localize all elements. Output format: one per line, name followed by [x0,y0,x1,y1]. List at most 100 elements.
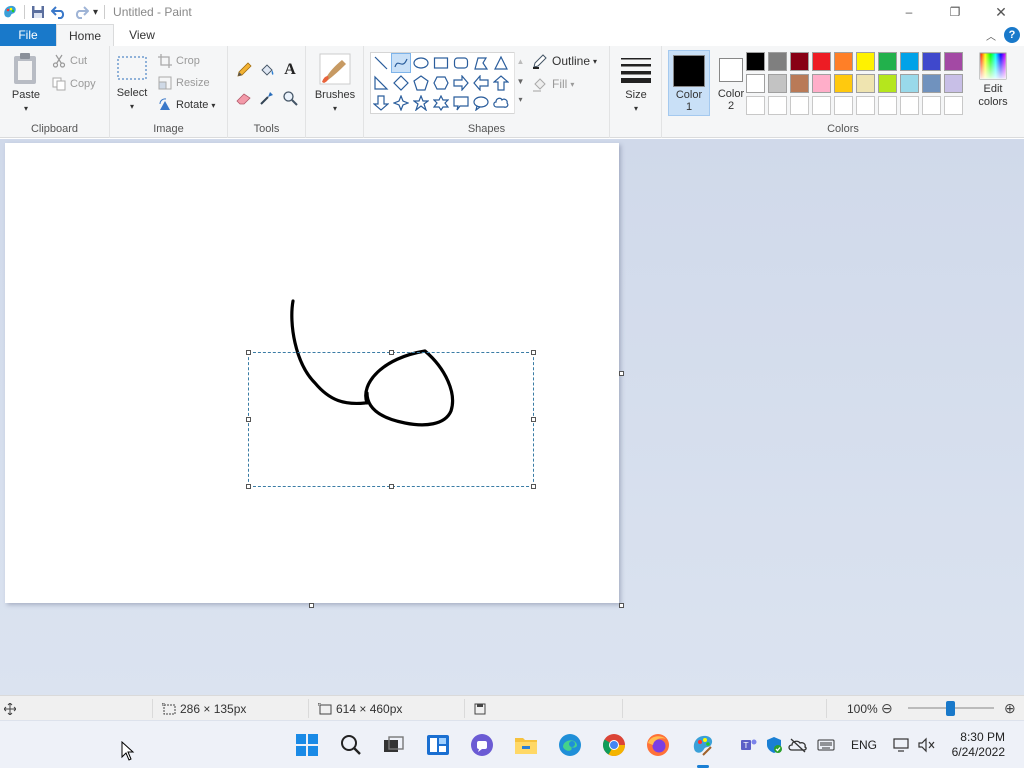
selection-handle[interactable] [531,417,536,422]
palette-color-swatch[interactable] [834,74,853,93]
selection-handle[interactable] [246,484,251,489]
six-point-star-shape-icon[interactable] [431,93,451,113]
fill-button[interactable]: Fill ▾ [532,75,574,93]
palette-color-swatch[interactable] [812,96,831,115]
canvas-resize-handle-bottom[interactable] [309,603,314,608]
diamond-shape-icon[interactable] [391,73,411,93]
palette-color-swatch[interactable] [856,96,875,115]
palette-color-swatch[interactable] [922,74,941,93]
resize-button[interactable]: Resize [158,74,210,92]
palette-color-swatch[interactable] [900,96,919,115]
curve-shape-icon[interactable] [391,53,411,73]
redo-icon[interactable] [73,5,89,19]
onedrive-offline-icon[interactable] [788,733,808,757]
rotate-button[interactable]: Rotate ▾ [158,96,215,114]
paint-taskbar-icon[interactable] [691,733,715,757]
save-icon[interactable] [31,5,45,19]
canvas-resize-handle-right[interactable] [619,371,624,376]
zoom-in-button[interactable]: ⊕ [1004,696,1016,721]
search-icon[interactable] [339,733,363,757]
up-arrow-shape-icon[interactable] [491,73,511,93]
canvas-resize-handle-corner[interactable] [619,603,624,608]
four-point-star-shape-icon[interactable] [391,93,411,113]
palette-color-swatch[interactable] [812,74,831,93]
palette-color-swatch[interactable] [790,74,809,93]
help-button[interactable]: ? [1004,27,1020,43]
palette-color-swatch[interactable] [768,96,787,115]
task-view-icon[interactable] [382,733,406,757]
cloud-callout-shape-icon[interactable] [491,93,511,113]
eraser-icon[interactable] [234,88,254,108]
palette-color-swatch[interactable] [856,52,875,71]
outline-button[interactable]: Outline ▾ [532,52,597,70]
pentagon-shape-icon[interactable] [411,73,431,93]
network-display-icon[interactable] [892,733,912,757]
hexagon-shape-icon[interactable] [431,73,451,93]
pencil-icon[interactable] [234,60,254,80]
undo-icon[interactable] [51,5,67,19]
collapse-ribbon-icon[interactable]: ︿ [986,28,996,43]
edit-colors-button[interactable]: Edit colors [972,52,1014,109]
selection-handle[interactable] [389,350,394,355]
rounded-rectangle-shape-icon[interactable] [451,53,471,73]
scroll-up-icon[interactable]: ▲ [515,52,526,72]
selection-handle[interactable] [389,484,394,489]
close-button[interactable]: ✕ [978,0,1024,24]
palette-color-swatch[interactable] [834,96,853,115]
palette-color-swatch[interactable] [746,52,765,71]
selection-handle[interactable] [246,417,251,422]
input-language-indicator[interactable]: ENG [851,721,877,768]
palette-color-swatch[interactable] [878,96,897,115]
palette-color-swatch[interactable] [922,96,941,115]
selection-handle[interactable] [531,350,536,355]
zoom-slider-thumb[interactable] [946,701,955,716]
oval-shape-icon[interactable] [411,53,431,73]
tab-home[interactable]: Home [56,24,114,47]
line-shape-icon[interactable] [371,53,391,73]
zoom-out-button[interactable]: ⊖ [881,696,893,721]
palette-color-swatch[interactable] [878,74,897,93]
palette-color-swatch[interactable] [834,52,853,71]
text-tool-icon[interactable]: A [280,60,300,80]
security-shield-icon[interactable] [764,733,784,757]
fill-bucket-icon[interactable] [257,60,277,80]
restore-button[interactable]: ❐ [932,0,978,24]
palette-color-swatch[interactable] [900,52,919,71]
palette-color-swatch[interactable] [768,74,787,93]
palette-color-swatch[interactable] [856,74,875,93]
color1-button[interactable]: Color 1 [668,50,710,116]
edge-browser-icon[interactable] [558,733,582,757]
customize-quick-access-icon[interactable]: ▾ [93,7,98,18]
paste-button[interactable]: Paste ▾ [6,52,46,115]
palette-color-swatch[interactable] [812,52,831,71]
drawing-canvas[interactable] [5,143,619,603]
palette-color-swatch[interactable] [900,74,919,93]
palette-color-swatch[interactable] [944,52,963,71]
selection-handle[interactable] [246,350,251,355]
volume-muted-icon[interactable] [916,733,936,757]
copy-button[interactable]: Copy [52,75,96,93]
file-explorer-icon[interactable] [514,733,538,757]
firefox-browser-icon[interactable] [646,733,670,757]
selection-rectangle[interactable] [246,350,536,489]
five-point-star-shape-icon[interactable] [411,93,431,113]
windows-start-icon[interactable] [295,733,319,757]
system-clock[interactable]: 8:30 PM 6/24/2022 [952,730,1005,760]
palette-color-swatch[interactable] [790,96,809,115]
brushes-button[interactable]: Brushes ▾ [312,52,358,115]
triangle-shape-icon[interactable] [491,53,511,73]
cut-button[interactable]: Cut [52,52,87,70]
right-triangle-shape-icon[interactable] [371,73,391,93]
magnifier-icon[interactable] [280,88,300,108]
palette-color-swatch[interactable] [944,74,963,93]
size-button[interactable]: Size ▾ [616,52,656,115]
expand-gallery-icon[interactable]: ▾ [515,92,526,112]
touch-keyboard-icon[interactable] [816,733,836,757]
widgets-icon[interactable] [426,733,450,757]
oval-callout-shape-icon[interactable] [471,93,491,113]
palette-color-swatch[interactable] [878,52,897,71]
tab-view[interactable]: View [114,24,170,46]
selection-handle[interactable] [531,484,536,489]
select-button[interactable]: Select ▾ [114,52,150,113]
palette-color-swatch[interactable] [922,52,941,71]
